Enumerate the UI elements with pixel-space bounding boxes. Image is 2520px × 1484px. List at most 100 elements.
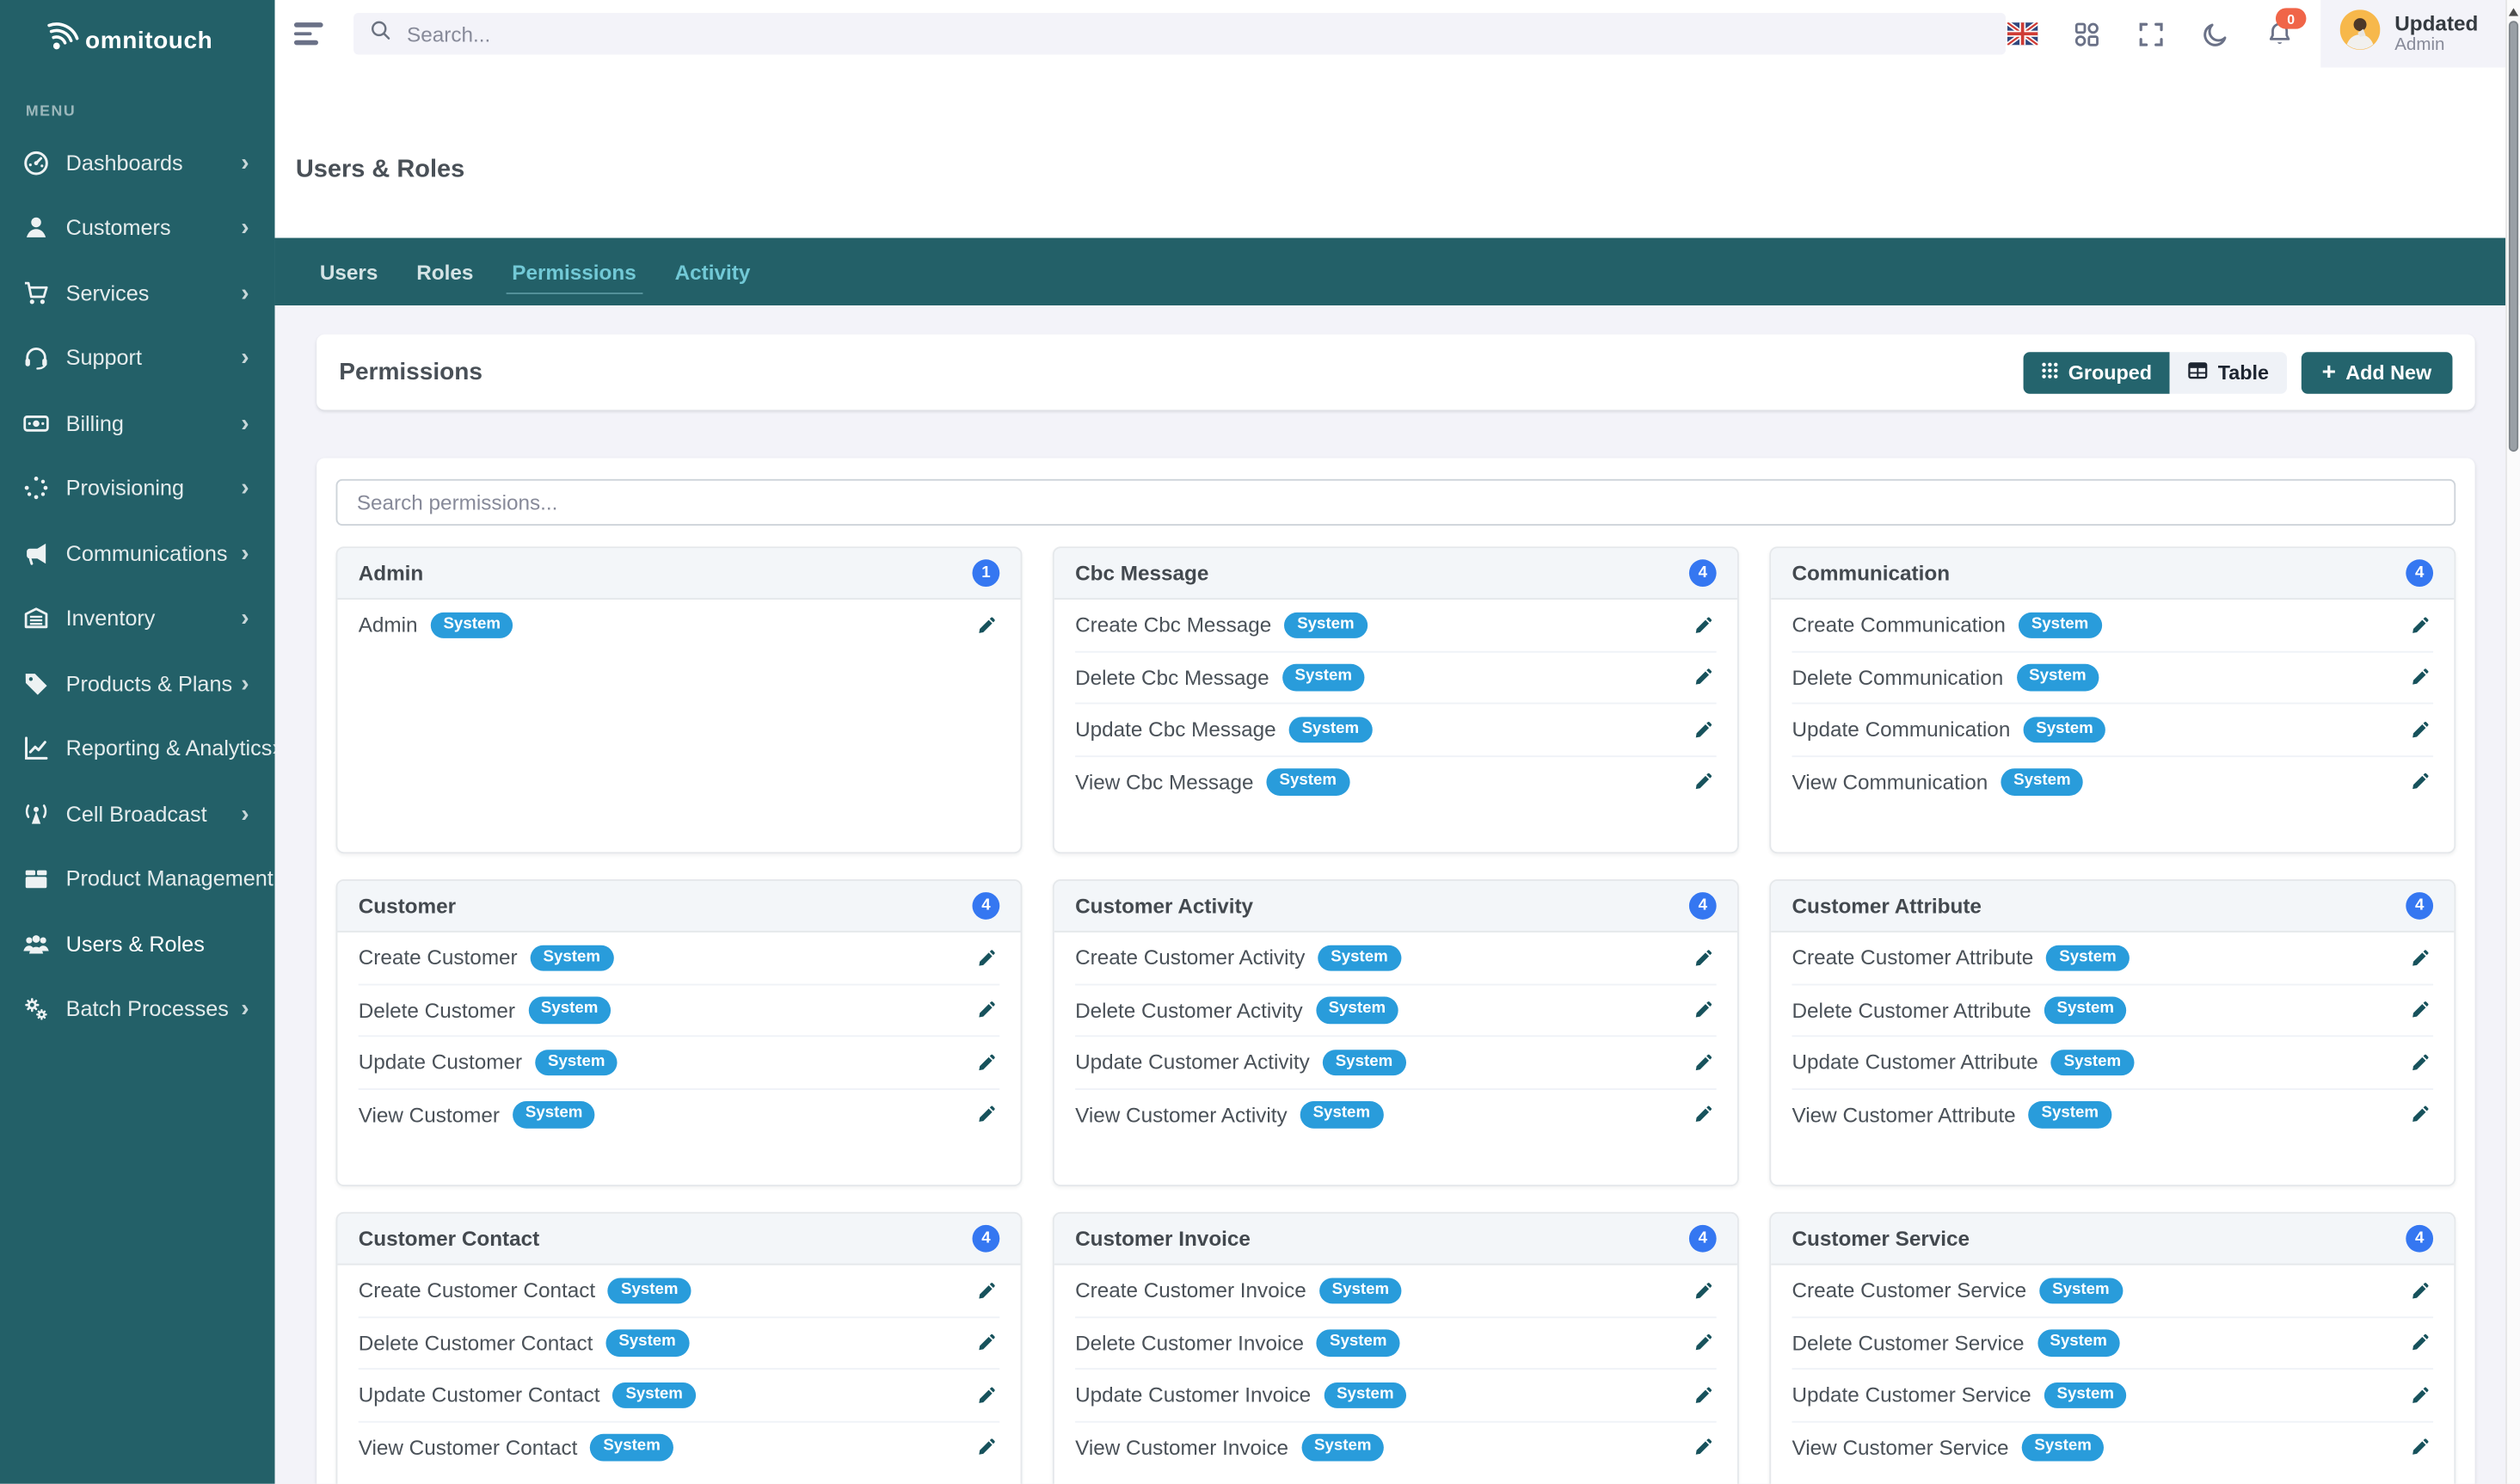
permission-label: View Cbc Message bbox=[1075, 770, 1254, 794]
permission-label: Delete Customer bbox=[359, 998, 515, 1022]
system-badge: System bbox=[1267, 768, 1349, 795]
hamburger-menu-button[interactable] bbox=[294, 15, 331, 53]
edit-permission-button[interactable] bbox=[974, 1434, 999, 1460]
edit-permission-button[interactable] bbox=[974, 1382, 999, 1408]
sidebar-item-users-roles[interactable]: Users & Roles bbox=[0, 911, 275, 976]
permission-row: View Customer System bbox=[359, 1089, 1000, 1140]
sidebar-item-products-plans[interactable]: Products & Plans › bbox=[0, 651, 275, 717]
permission-row: Delete Customer Invoice System bbox=[1075, 1317, 1717, 1370]
edit-permission-button[interactable] bbox=[1691, 664, 1717, 690]
user-menu[interactable]: Updated Admin bbox=[2320, 0, 2520, 67]
sidebar-item-customers[interactable]: Customers › bbox=[0, 195, 275, 261]
permission-row: View Customer Contact System bbox=[359, 1422, 1000, 1473]
edit-permission-button[interactable] bbox=[974, 997, 999, 1023]
fullscreen-button[interactable] bbox=[2135, 18, 2167, 50]
sidebar-item-communications[interactable]: Communications › bbox=[0, 520, 275, 586]
group-title: Customer Attribute bbox=[1792, 894, 1981, 918]
permission-row: Delete Customer Contact System bbox=[359, 1317, 1000, 1370]
global-search-input[interactable] bbox=[403, 20, 1989, 47]
sidebar-item-product-management[interactable]: Product Management bbox=[0, 847, 275, 912]
tab-permissions[interactable]: Permissions bbox=[493, 238, 655, 305]
sidebar-item-billing[interactable]: Billing › bbox=[0, 391, 275, 456]
page-scrollbar[interactable] bbox=[2505, 0, 2520, 1484]
edit-permission-button[interactable] bbox=[2407, 612, 2433, 637]
tab-activity[interactable]: Activity bbox=[655, 238, 770, 305]
edit-permission-button[interactable] bbox=[1691, 717, 1717, 742]
sidebar-item-batch-processes[interactable]: Batch Processes › bbox=[0, 976, 275, 1042]
user-name: Updated bbox=[2394, 12, 2478, 34]
group-header: Cbc Message 4 bbox=[1054, 548, 1737, 600]
permission-label: Update Communication bbox=[1792, 717, 2010, 742]
system-badge: System bbox=[1282, 664, 1365, 691]
sidebar-item-inventory[interactable]: Inventory › bbox=[0, 586, 275, 651]
sidebar-item-provisioning[interactable]: Provisioning › bbox=[0, 456, 275, 521]
tab-users[interactable]: Users bbox=[300, 238, 396, 305]
edit-permission-button[interactable] bbox=[1691, 1382, 1717, 1408]
sidebar-item-label: Cell Broadcast bbox=[66, 802, 207, 826]
sidebar-item-dashboards[interactable]: Dashboards › bbox=[0, 130, 275, 195]
edit-permission-button[interactable] bbox=[1691, 769, 1717, 795]
edit-permission-button[interactable] bbox=[2407, 1101, 2433, 1127]
system-badge: System bbox=[1301, 1434, 1384, 1461]
table-view-button[interactable]: Table bbox=[2170, 351, 2287, 393]
edit-permission-button[interactable] bbox=[974, 612, 999, 637]
edit-permission-button[interactable] bbox=[974, 1330, 999, 1356]
box-icon bbox=[22, 865, 50, 893]
permission-row: Create Customer Activity System bbox=[1075, 933, 1717, 985]
sidebar-item-cell-broadcast[interactable]: Cell Broadcast › bbox=[0, 781, 275, 847]
tab-roles[interactable]: Roles bbox=[397, 238, 493, 305]
edit-permission-button[interactable] bbox=[1691, 997, 1717, 1023]
edit-permission-button[interactable] bbox=[2407, 1278, 2433, 1303]
dark-mode-button[interactable] bbox=[2198, 18, 2230, 50]
edit-permission-button[interactable] bbox=[2407, 1050, 2433, 1075]
edit-permission-button[interactable] bbox=[2407, 664, 2433, 690]
permission-label: Delete Customer Invoice bbox=[1075, 1331, 1304, 1355]
language-flag-button[interactable] bbox=[2006, 18, 2038, 50]
edit-permission-button[interactable] bbox=[1691, 1330, 1717, 1356]
permission-label: Delete Communication bbox=[1792, 665, 2003, 689]
grouped-view-button[interactable]: Grouped bbox=[2023, 351, 2169, 393]
edit-permission-button[interactable] bbox=[1691, 945, 1717, 970]
edit-permission-button[interactable] bbox=[974, 1101, 999, 1127]
group-header: Customer 4 bbox=[337, 881, 1020, 933]
apps-grid-button[interactable] bbox=[2070, 18, 2102, 50]
edit-permission-button[interactable] bbox=[1691, 612, 1717, 637]
users-group-icon bbox=[22, 930, 50, 958]
system-badge: System bbox=[1317, 1329, 1399, 1356]
add-new-button[interactable]: + Add New bbox=[2301, 351, 2452, 393]
count-badge: 4 bbox=[1689, 1225, 1717, 1253]
edit-permission-button[interactable] bbox=[974, 1050, 999, 1075]
tab-bar: Users Roles Permissions Activity bbox=[275, 238, 2520, 305]
permission-row: Delete Customer System bbox=[359, 985, 1000, 1038]
edit-permission-button[interactable] bbox=[1691, 1278, 1717, 1303]
edit-permission-button[interactable] bbox=[2407, 1434, 2433, 1460]
edit-permission-button[interactable] bbox=[2407, 1330, 2433, 1356]
edit-permission-button[interactable] bbox=[2407, 1382, 2433, 1408]
system-badge: System bbox=[1300, 1101, 1383, 1128]
permission-row: Update Cbc Message System bbox=[1075, 704, 1717, 756]
permission-group-admin: Admin 1 Admin System bbox=[336, 546, 1023, 853]
permission-label: Update Customer Activity bbox=[1075, 1050, 1310, 1075]
edit-permission-button[interactable] bbox=[2407, 997, 2433, 1023]
notifications-button[interactable]: 0 bbox=[2263, 18, 2295, 50]
screen: omnitouch MENU Dashboards › Customers › … bbox=[0, 0, 2520, 1484]
edit-permission-button[interactable] bbox=[1691, 1050, 1717, 1075]
permissions-search-input[interactable] bbox=[336, 479, 2456, 526]
header-actions: Grouped Table + Add New bbox=[2023, 351, 2452, 393]
edit-permission-button[interactable] bbox=[2407, 945, 2433, 970]
edit-permission-button[interactable] bbox=[2407, 717, 2433, 742]
permission-row: Update Customer Attribute System bbox=[1792, 1037, 2433, 1089]
edit-permission-button[interactable] bbox=[2407, 769, 2433, 795]
sidebar-item-reporting-analytics[interactable]: Reporting & Analytics › bbox=[0, 716, 275, 781]
scrollbar-thumb[interactable] bbox=[2509, 21, 2518, 452]
count-badge: 4 bbox=[973, 1225, 1000, 1253]
edit-permission-button[interactable] bbox=[1691, 1101, 1717, 1127]
edit-permission-button[interactable] bbox=[974, 1278, 999, 1303]
edit-permission-button[interactable] bbox=[974, 945, 999, 970]
sidebar-item-support[interactable]: Support › bbox=[0, 325, 275, 391]
tag-icon bbox=[22, 670, 50, 698]
edit-permission-button[interactable] bbox=[1691, 1434, 1717, 1460]
sidebar-item-services[interactable]: Services › bbox=[0, 261, 275, 326]
antenna-icon bbox=[22, 800, 50, 828]
scrollbar-up-arrow-icon[interactable] bbox=[2509, 3, 2518, 16]
